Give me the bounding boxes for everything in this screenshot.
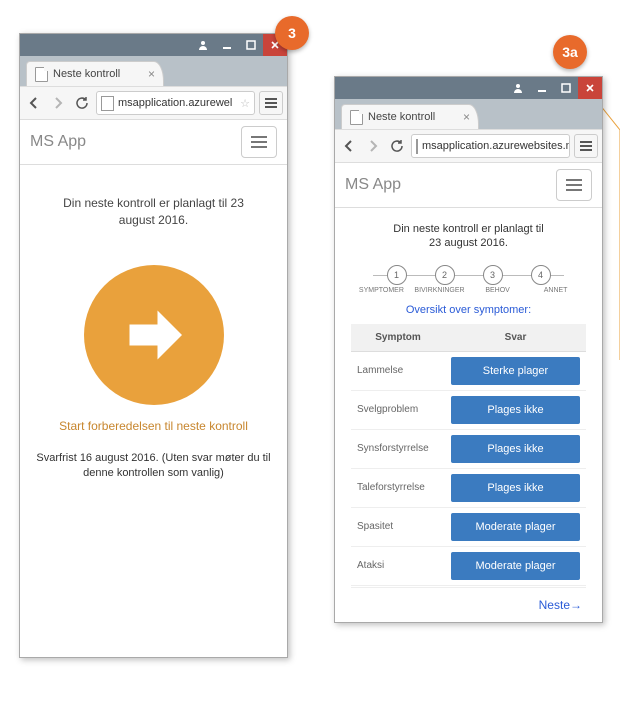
next-link-row: Neste→ <box>351 587 586 616</box>
step-1[interactable]: 1 <box>387 265 407 285</box>
maximize-button[interactable] <box>554 77 578 99</box>
page-icon <box>350 110 363 125</box>
forward-button[interactable] <box>363 135 383 157</box>
app-header: MS App <box>335 163 602 208</box>
browser-tab[interactable]: Neste kontroll × <box>341 104 479 129</box>
tab-strip: Neste kontroll × <box>335 99 602 129</box>
minimize-button[interactable] <box>530 77 554 99</box>
stepper: 1 2 3 4 <box>351 265 586 285</box>
symptom-cell: Spasitet <box>351 507 445 546</box>
right-content: Din neste kontroll er planlagt til 23 au… <box>335 208 602 622</box>
tab-title: Neste kontroll <box>368 111 435 123</box>
symptom-table: Symptom Svar LammelseSterke plagerSvelgp… <box>351 324 586 586</box>
answer-button[interactable]: Moderate plager <box>451 513 580 541</box>
planned-text: Din neste kontroll er planlagt til 23 au… <box>54 195 254 229</box>
step-labels: SYMPTOMER BIVIRKNINGER BEHOV ANNET <box>351 287 586 294</box>
table-row: LammelseSterke plager <box>351 351 586 390</box>
bookmark-star-icon[interactable]: ☆ <box>240 97 250 110</box>
answer-button[interactable]: Sterke plager <box>451 357 580 385</box>
answer-button[interactable]: Plages ikke <box>451 396 580 424</box>
callout-3: 3 <box>275 16 309 50</box>
symptom-cell: Svelgproblem <box>351 390 445 429</box>
browser-window-left: Neste kontroll × msapplication.azurewel … <box>19 33 288 658</box>
symptom-cell: Lammelse <box>351 351 445 390</box>
reload-button[interactable] <box>72 92 92 114</box>
col-answer: Svar <box>445 324 586 352</box>
tab-strip: Neste kontroll × <box>20 56 287 86</box>
back-button[interactable] <box>24 92 44 114</box>
next-link[interactable]: Neste→ <box>539 598 582 612</box>
user-icon <box>191 34 215 56</box>
page-url-icon <box>416 139 418 154</box>
maximize-button[interactable] <box>239 34 263 56</box>
minimize-button[interactable] <box>215 34 239 56</box>
tab-close-icon[interactable]: × <box>463 110 470 124</box>
titlebar <box>20 34 287 56</box>
url-box[interactable]: msapplication.azurewebsites.net/surve ☆ <box>411 134 570 158</box>
address-bar: msapplication.azurewebsites.net/surve ☆ <box>335 129 602 163</box>
planned-text: Din neste kontroll er planlagt til 23 au… <box>351 222 586 251</box>
address-bar: msapplication.azurewel ☆ <box>20 86 287 120</box>
page-url-icon <box>101 96 114 111</box>
answer-button[interactable]: Plages ikke <box>451 474 580 502</box>
app-title: MS App <box>345 176 401 194</box>
start-link[interactable]: Start forberedelsen til neste kontroll <box>59 419 248 433</box>
deadline-text: Svarfrist 16 august 2016. (Uten svar møt… <box>28 451 279 482</box>
table-row: AtaksiModerate plager <box>351 546 586 585</box>
step-4[interactable]: 4 <box>531 265 551 285</box>
url-text: msapplication.azurewel <box>118 97 232 109</box>
app-title: MS App <box>30 133 86 151</box>
callout-3a: 3a <box>553 35 587 69</box>
overview-heading: Oversikt over symptomer: <box>351 304 586 316</box>
back-button[interactable] <box>339 135 359 157</box>
table-row: SpasitetModerate plager <box>351 507 586 546</box>
chrome-menu-button[interactable] <box>574 134 598 158</box>
left-content: Din neste kontroll er planlagt til 23 au… <box>20 165 287 657</box>
tab-close-icon[interactable]: × <box>148 67 155 81</box>
symptom-cell: Ataksi <box>351 546 445 585</box>
step-3[interactable]: 3 <box>483 265 503 285</box>
symptom-cell: Synsforstyrrelse <box>351 429 445 468</box>
symptom-cell: Taleforstyrrelse <box>351 468 445 507</box>
titlebar <box>335 77 602 99</box>
chrome-menu-button[interactable] <box>259 91 283 115</box>
answer-button[interactable]: Moderate plager <box>451 552 580 580</box>
reload-button[interactable] <box>387 135 407 157</box>
page-icon <box>35 67 48 82</box>
arrow-right-icon <box>119 300 189 370</box>
table-row: TaleforstyrrelsePlages ikke <box>351 468 586 507</box>
forward-button[interactable] <box>48 92 68 114</box>
browser-tab[interactable]: Neste kontroll × <box>26 61 164 86</box>
url-text: msapplication.azurewebsites.net/surve <box>422 140 570 152</box>
user-icon <box>506 77 530 99</box>
table-row: SvelgproblemPlages ikke <box>351 390 586 429</box>
close-button[interactable] <box>578 77 602 99</box>
col-symptom: Symptom <box>351 324 445 352</box>
app-header: MS App <box>20 120 287 165</box>
browser-window-right: Neste kontroll × msapplication.azurewebs… <box>334 76 603 623</box>
url-box[interactable]: msapplication.azurewel ☆ <box>96 91 255 115</box>
step-2[interactable]: 2 <box>435 265 455 285</box>
app-menu-button[interactable] <box>556 169 592 201</box>
tab-title: Neste kontroll <box>53 68 120 80</box>
answer-button[interactable]: Plages ikke <box>451 435 580 463</box>
app-menu-button[interactable] <box>241 126 277 158</box>
start-button[interactable] <box>84 265 224 405</box>
table-row: SynsforstyrrelsePlages ikke <box>351 429 586 468</box>
